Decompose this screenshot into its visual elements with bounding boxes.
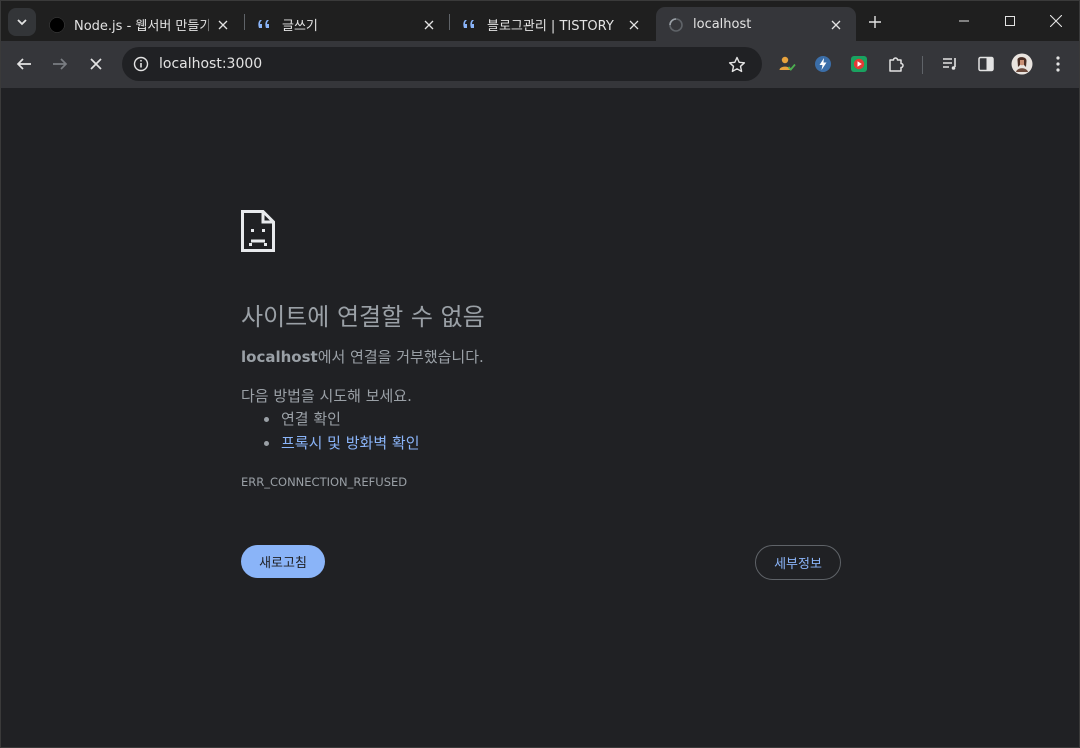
play-icon [851, 56, 867, 72]
tab-title: 글쓰기 [282, 19, 318, 34]
toolbar-divider [922, 56, 923, 74]
error-headline: 사이트에 연결할 수 없음 [241, 303, 485, 331]
close-icon[interactable] [828, 17, 844, 33]
arrow-right-icon [53, 58, 68, 70]
tab-nodejs[interactable]: Node.js - 웹서버 만들기 [37, 7, 243, 42]
error-message: localhost에서 연결을 거부했습니다. [241, 346, 484, 367]
error-host: localhost [241, 348, 318, 366]
address-bar[interactable]: localhost:3000 [122, 47, 762, 81]
close-window-button[interactable] [1033, 1, 1079, 41]
puzzle-icon [889, 57, 904, 72]
side-panel-button[interactable] [972, 50, 1000, 78]
bullet-dot [264, 441, 269, 446]
error-code: ERR_CONNECTION_REFUSED [241, 475, 408, 489]
tab-strip: Node.js - 웹서버 만들기 글쓰기 블로그관리 | TISTORY lo… [0, 0, 1080, 42]
details-button[interactable]: 세부정보 [755, 545, 841, 580]
url-text[interactable]: localhost:3000 [159, 56, 262, 72]
sad-page-icon [241, 210, 275, 252]
back-button[interactable] [10, 50, 38, 78]
tistory-quote-icon [462, 17, 478, 33]
tab-localhost[interactable]: localhost [656, 7, 856, 42]
arrow-left-icon [16, 58, 31, 70]
stop-button[interactable] [82, 50, 110, 78]
close-icon[interactable] [626, 17, 642, 33]
close-icon[interactable] [421, 17, 437, 33]
plus-icon [869, 16, 881, 28]
playlist-icon [943, 58, 956, 70]
chevron-down-icon [17, 19, 27, 26]
tab-title: Node.js - 웹서버 만들기 [74, 19, 209, 34]
error-page: 사이트에 연결할 수 없음 localhost에서 연결을 거부했습니다. 다음… [0, 88, 1080, 748]
lightning-icon [815, 56, 831, 72]
error-message-text: 에서 연결을 거부했습니다. [317, 348, 484, 366]
tab-title: localhost [693, 17, 752, 32]
bullet-dot [264, 417, 269, 422]
menu-button[interactable] [1044, 50, 1072, 78]
reading-list-button[interactable] [936, 50, 964, 78]
side-panel-icon [978, 56, 994, 72]
extension-video-button[interactable] [845, 50, 873, 78]
tab-search-button[interactable] [8, 8, 36, 36]
loading-spinner-icon [668, 17, 684, 33]
avatar [1011, 53, 1033, 75]
suggestion-check-connection: 연결 확인 [281, 410, 341, 428]
minimize-button[interactable] [941, 1, 987, 41]
extensions-button[interactable] [882, 50, 910, 78]
tab-blog-admin[interactable]: 블로그관리 | TISTORY [450, 7, 654, 42]
maximize-button[interactable] [987, 1, 1033, 41]
forward-button[interactable] [46, 50, 74, 78]
extension-profile-check-button[interactable] [773, 50, 801, 78]
more-vertical-icon [1056, 56, 1060, 72]
close-icon [1050, 15, 1062, 27]
reload-button[interactable]: 새로고침 [241, 545, 325, 578]
tistory-quote-icon [257, 17, 273, 33]
info-icon[interactable] [130, 53, 152, 75]
maximize-icon [1005, 16, 1015, 26]
toolbar: localhost:3000 [0, 41, 1080, 88]
profile-avatar-button[interactable] [1008, 50, 1036, 78]
tab-title: 블로그관리 | TISTORY [487, 19, 614, 34]
close-icon[interactable] [215, 17, 231, 33]
extension-bolt-button[interactable] [809, 50, 837, 78]
tab-write[interactable]: 글쓰기 [245, 7, 449, 42]
try-label: 다음 방법을 시도해 보세요. [241, 387, 412, 405]
minimize-icon [959, 20, 969, 22]
close-icon [90, 58, 102, 70]
person-check-icon [779, 56, 796, 71]
suggestion-proxy-firewall-link[interactable]: 프록시 및 방화벽 확인 [281, 432, 420, 453]
bookmark-star-icon[interactable] [726, 54, 748, 76]
new-tab-button[interactable] [864, 11, 886, 33]
black-circle-icon [49, 16, 65, 33]
